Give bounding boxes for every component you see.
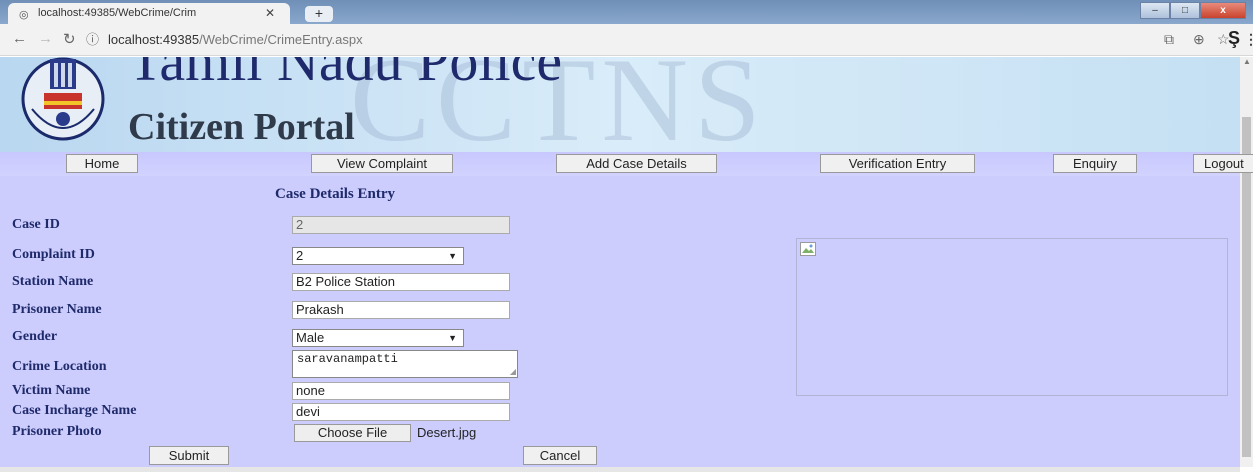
back-icon[interactable]: ← bbox=[12, 30, 27, 47]
browser-tab[interactable]: ◎ localhost:49385/WebCrime/Crim ✕ bbox=[8, 3, 290, 24]
menu-add-case-details-button[interactable]: Add Case Details bbox=[556, 154, 717, 173]
victim-name-label: Victim Name bbox=[12, 383, 91, 398]
reload-icon[interactable]: ↻ bbox=[63, 30, 76, 48]
main-menu: Home View Complaint Add Case Details Ver… bbox=[0, 152, 1253, 176]
portal-banner: CCTNS Tamil Nadu Police Citizen Portal bbox=[0, 57, 1240, 152]
banner-title: Tamil Nadu Police bbox=[128, 57, 563, 93]
globe-icon: ◎ bbox=[19, 9, 29, 21]
prisoner-name-field[interactable]: Prakash bbox=[292, 301, 510, 319]
gender-label: Gender bbox=[12, 329, 58, 344]
maximize-button[interactable]: □ bbox=[1170, 2, 1200, 19]
horizontal-scrollbar[interactable] bbox=[0, 467, 1240, 472]
zoom-icon[interactable]: ⊕ bbox=[1193, 31, 1205, 48]
complaint-id-value: 2 bbox=[296, 248, 304, 263]
close-window-button[interactable]: x bbox=[1200, 2, 1246, 19]
cancel-button[interactable]: Cancel bbox=[523, 446, 597, 465]
choose-file-button[interactable]: Choose File bbox=[294, 424, 411, 442]
menu-logout-button[interactable]: Logout bbox=[1193, 154, 1253, 173]
chevron-down-icon: ▼ bbox=[448, 333, 457, 343]
scroll-up-arrow-icon[interactable]: ▲ bbox=[1243, 57, 1251, 66]
resize-grip-icon[interactable]: ◢ bbox=[510, 367, 516, 377]
broken-image-icon bbox=[800, 242, 816, 256]
prisoner-name-label: Prisoner Name bbox=[12, 302, 102, 317]
crime-location-label: Crime Location bbox=[12, 359, 107, 374]
case-id-field[interactable]: 2 bbox=[292, 216, 510, 234]
menu-view-complaint-button[interactable]: View Complaint bbox=[311, 154, 453, 173]
case-details-form: Case Details Entry Case ID 2 Complaint I… bbox=[0, 176, 1240, 467]
gender-select[interactable]: Male ▼ bbox=[292, 329, 464, 347]
extension-s-icon[interactable]: Ş bbox=[1228, 28, 1240, 49]
url-path: /WebCrime/CrimeEntry.aspx bbox=[199, 32, 363, 47]
vertical-scrollbar[interactable]: ▲ bbox=[1240, 57, 1253, 467]
prisoner-photo-preview bbox=[796, 238, 1228, 396]
minimize-button[interactable]: – bbox=[1140, 2, 1170, 19]
complaint-id-label: Complaint ID bbox=[12, 247, 95, 262]
gender-value: Male bbox=[296, 330, 325, 345]
info-icon[interactable]: ⓘ bbox=[86, 27, 108, 53]
police-emblem-icon bbox=[21, 57, 105, 141]
complaint-id-select[interactable]: 2 ▼ bbox=[292, 247, 464, 265]
menu-enquiry-button[interactable]: Enquiry bbox=[1053, 154, 1137, 173]
selected-file-name: Desert.jpg bbox=[417, 425, 477, 440]
menu-verification-entry-button[interactable]: Verification Entry bbox=[820, 154, 975, 173]
banner-subtitle: Citizen Portal bbox=[128, 106, 355, 148]
form-heading: Case Details Entry bbox=[275, 186, 395, 202]
chevron-down-icon: ▼ bbox=[448, 251, 457, 261]
url-host: localhost:49385 bbox=[108, 32, 200, 47]
tab-title: localhost:49385/WebCrime/Crim bbox=[38, 7, 197, 19]
new-tab-button[interactable]: + bbox=[305, 6, 333, 22]
menu-home-button[interactable]: Home bbox=[66, 154, 138, 173]
forward-icon[interactable]: → bbox=[38, 30, 53, 47]
address-bar[interactable]: ⓘ localhost:49385/WebCrime/CrimeEntry.asp… bbox=[86, 27, 1246, 53]
prisoner-photo-label: Prisoner Photo bbox=[12, 424, 102, 439]
crime-location-textarea[interactable]: saravanampatti ◢ bbox=[292, 350, 518, 378]
crime-location-value: saravanampatti bbox=[297, 352, 398, 366]
browser-toolbar: ← → ↻ ⓘ localhost:49385/WebCrime/CrimeEnt… bbox=[0, 24, 1253, 56]
submit-button[interactable]: Submit bbox=[149, 446, 229, 465]
station-name-label: Station Name bbox=[12, 274, 94, 289]
close-tab-icon[interactable]: ✕ bbox=[265, 6, 275, 20]
window-controls: – □ x bbox=[1140, 2, 1246, 19]
case-incharge-label: Case Incharge Name bbox=[12, 403, 137, 418]
station-name-field[interactable]: B2 Police Station bbox=[292, 273, 510, 291]
case-incharge-field[interactable]: devi bbox=[292, 403, 510, 421]
browser-tabstrip: ◎ localhost:49385/WebCrime/Crim ✕ + – □ … bbox=[0, 0, 1253, 24]
case-id-label: Case ID bbox=[12, 217, 60, 232]
translate-icon[interactable]: ⧉ bbox=[1164, 31, 1174, 48]
victim-name-field[interactable]: none bbox=[292, 382, 510, 400]
menu-dots-icon[interactable]: ⋮ bbox=[1244, 31, 1253, 48]
